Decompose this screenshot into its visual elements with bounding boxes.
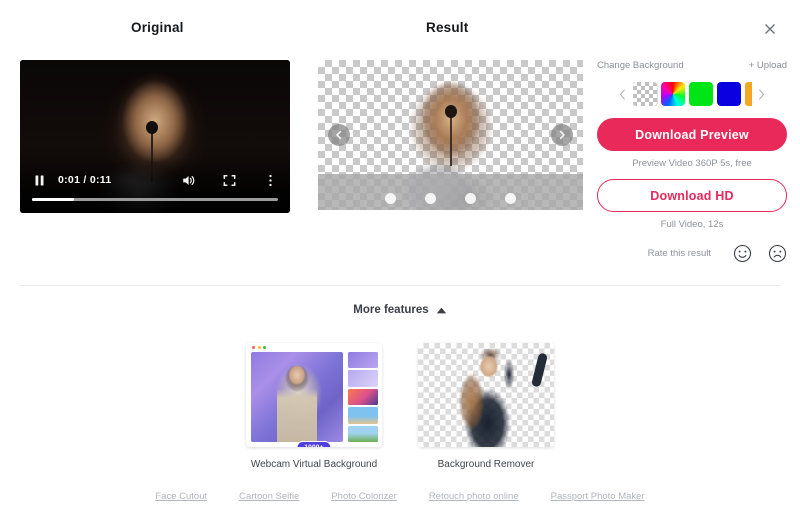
result-microphone [444,105,457,166]
swatch-transparent[interactable] [632,82,658,106]
feature-card-background-remover[interactable]: Background Remover [418,343,554,470]
card-badge: 1000+ [296,441,332,447]
upload-button[interactable]: + Upload [749,60,787,71]
cutout-arm [531,352,548,388]
rate-result-row: Rate this result [597,244,787,263]
background-swatch-row [597,82,787,106]
webcam-window-frame [246,343,382,447]
video-progress-bar[interactable] [32,198,278,201]
download-preview-button[interactable]: Download Preview [597,118,787,151]
hd-caption: Full Video, 12s [660,219,724,230]
column-title-original: Original [131,20,184,35]
footer-link-passport-photo-maker[interactable]: Passport Photo Maker [551,491,645,502]
result-preview[interactable] [318,60,583,210]
swatch-green[interactable] [688,82,713,106]
section-divider [20,285,780,286]
volume-icon[interactable] [181,173,196,188]
more-vertical-icon[interactable] [263,173,278,188]
original-video-player[interactable]: 0:01 / 0:11 [20,60,290,213]
pause-icon[interactable] [32,173,47,188]
footer-link-cartoon-selfie[interactable]: Cartoon Selfie [239,491,299,502]
footer-link-retouch-photo-online[interactable]: Retouch photo online [429,491,519,502]
result-next-button[interactable] [551,124,573,146]
swatch-orange[interactable] [744,82,752,106]
swatch-rainbow[interactable] [660,82,685,106]
smiley-sad-icon[interactable] [768,244,787,263]
transparent-checkerboard [418,343,554,447]
card-thumbnail [418,343,554,447]
result-podium-lights [384,192,517,204]
swatch-next-icon[interactable] [756,86,768,102]
webcam-preview-image [251,352,343,442]
card-caption: Background Remover [437,459,535,470]
swatch-prev-icon[interactable] [617,86,629,102]
footer-link-face-cutout[interactable]: Face Cutout [155,491,207,502]
webcam-person [277,366,317,442]
video-controls: 0:01 / 0:11 [20,169,290,191]
download-hd-button[interactable]: Download HD [597,179,787,212]
fullscreen-icon[interactable] [222,173,237,188]
preview-caption: Preview Video 360P 5s, free [632,158,752,169]
card-caption: Webcam Virtual Background [250,459,378,470]
footer-link-photo-colorizer[interactable]: Photo Colorizer [331,491,396,502]
background-swatches [632,82,752,106]
more-features-label: More features [353,304,429,316]
video-time-display: 0:01 / 0:11 [58,174,112,186]
window-dots [252,346,266,349]
change-background-row: Change Background + Upload [597,60,787,71]
rate-label: Rate this result [647,248,711,259]
more-features-toggle[interactable]: More features [0,304,800,316]
card-thumbnail: 1000+ [246,343,382,447]
result-podium [318,174,583,210]
footer-links: Face Cutout Cartoon Selfie Photo Coloriz… [0,491,800,502]
feature-cards: 1000+ Webcam Virtual Background Backgrou… [0,343,800,470]
change-background-label: Change Background [597,60,684,71]
action-panel: Change Background + Upload Download Prev… [597,60,787,263]
cutout-person [450,349,522,447]
result-prev-button[interactable] [328,124,350,146]
video-progress-fill [32,198,74,201]
smiley-happy-icon[interactable] [733,244,752,263]
header-bar: Original Result [0,0,800,46]
feature-card-webcam-virtual-background[interactable]: 1000+ Webcam Virtual Background [246,343,382,470]
swatch-blue[interactable] [716,82,741,106]
close-icon[interactable] [760,19,780,39]
background-thumbnail-strip [348,352,378,443]
caret-up-icon [436,307,447,314]
column-title-result: Result [426,20,469,35]
